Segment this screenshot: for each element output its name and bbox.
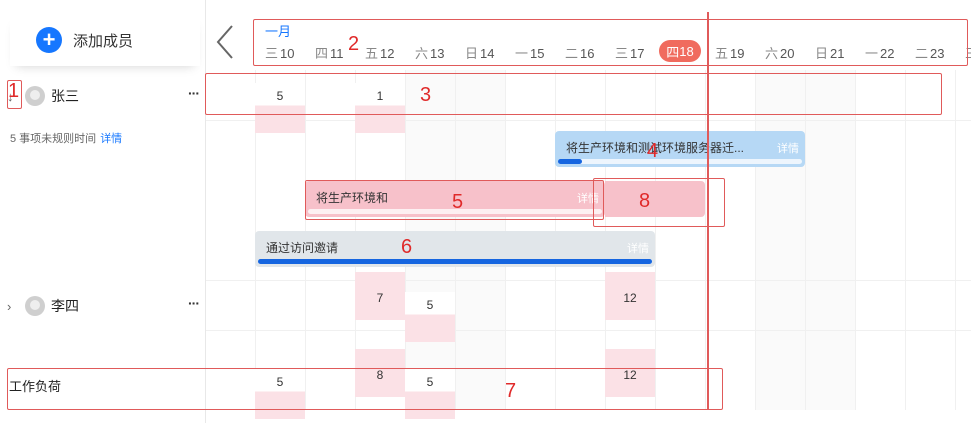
- member-name: 张三: [51, 88, 79, 104]
- progress-fill: [558, 159, 583, 164]
- annotation-number: 5: [452, 191, 464, 213]
- day-column: [755, 70, 806, 410]
- row-divider: [206, 280, 971, 281]
- annotation-number: 2: [348, 33, 360, 55]
- day-column: [855, 70, 906, 410]
- annotation-number: 4: [647, 140, 659, 162]
- chevron-left-icon[interactable]: [212, 22, 242, 62]
- task-title: 将生产环境和测试环境服务器迁...: [566, 141, 745, 155]
- load-cell: 5: [405, 292, 455, 342]
- annotation-number: 8: [639, 190, 651, 212]
- load-cell: 7: [355, 272, 405, 320]
- today-line: [707, 12, 709, 410]
- annotation-box-7: [7, 368, 723, 410]
- task-detail-link[interactable]: 详情: [777, 140, 799, 156]
- task-bar[interactable]: 将生产环境和测试环境服务器迁... 详情: [555, 131, 805, 167]
- load-cell: 12: [605, 272, 655, 320]
- progress-track: [558, 159, 802, 164]
- annotation-box-3: [205, 73, 942, 115]
- day-column: [655, 70, 706, 410]
- plus-icon: +: [36, 27, 62, 53]
- add-member-label: 添加成员: [73, 32, 134, 50]
- unscheduled-detail-link[interactable]: 详情: [100, 133, 122, 145]
- unscheduled-info: 5 事项未规则时间 详情: [10, 130, 122, 146]
- day-column: [705, 70, 756, 410]
- annotation-number: 3: [420, 84, 432, 106]
- member-name: 李四: [51, 298, 79, 314]
- more-icon[interactable]: ···: [188, 295, 200, 311]
- member-row-zhangsan[interactable]: ↓ 张三 ···: [0, 81, 205, 111]
- avatar: [25, 296, 45, 316]
- day-column: [905, 70, 956, 410]
- more-icon[interactable]: ···: [188, 85, 200, 101]
- progress-fill: [258, 259, 652, 264]
- task-bar[interactable]: 通过访问邀请 详情: [255, 231, 655, 267]
- annotation-number: 6: [401, 236, 413, 258]
- chevron-right-icon[interactable]: ›: [7, 299, 17, 314]
- annotation-box-2: [253, 19, 968, 66]
- unscheduled-text: 5 事项未规则时间: [10, 133, 97, 145]
- member-row-lisi[interactable]: › 李四 ···: [0, 291, 205, 321]
- annotation-box-8: [593, 178, 725, 227]
- task-title: 通过访问邀请: [266, 241, 339, 255]
- progress-track: [258, 259, 652, 264]
- day-column: [955, 70, 971, 410]
- annotation-number: 7: [505, 380, 517, 402]
- task-detail-link[interactable]: 详情: [627, 240, 649, 256]
- row-divider: [206, 330, 971, 331]
- annotation-number: 1: [8, 80, 20, 102]
- day-column: [805, 70, 856, 410]
- add-member-button[interactable]: + 添加成员: [10, 14, 200, 66]
- row-divider: [206, 120, 971, 121]
- avatar: [25, 86, 45, 106]
